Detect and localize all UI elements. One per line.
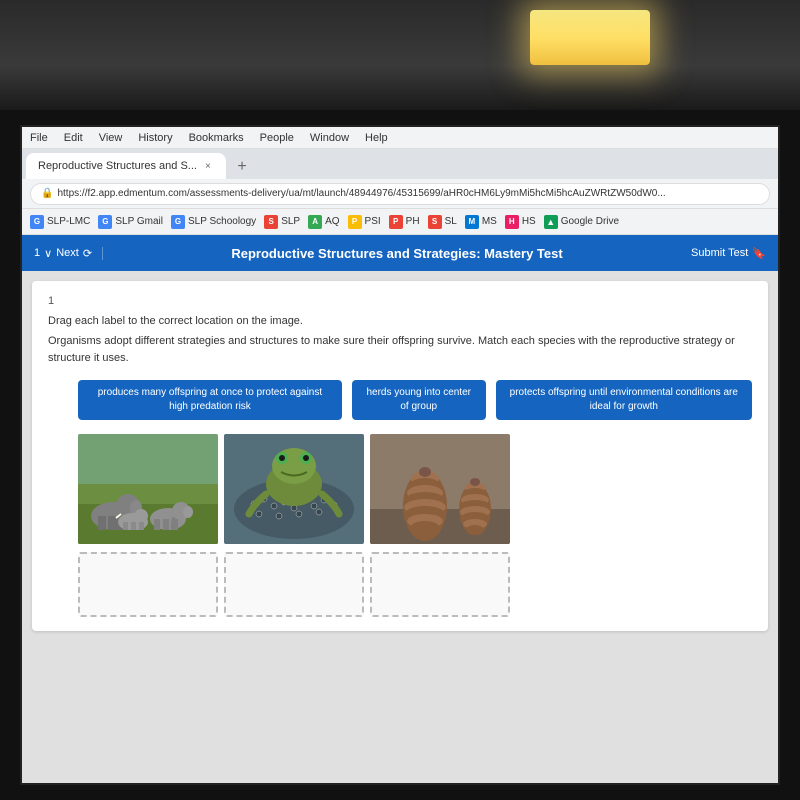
label-tag-1[interactable]: produces many offspring at once to prote… [78, 380, 342, 420]
label-tag-2[interactable]: herds young into center of group [352, 380, 486, 420]
elephant-image [78, 434, 218, 544]
menu-people[interactable]: People [260, 132, 294, 144]
bookmark-sl[interactable]: S SL [428, 215, 457, 229]
bookmark-slp[interactable]: S SLP [264, 215, 300, 229]
bookmark-label-psi: PSI [365, 216, 381, 227]
bookmark-label-slp-lmc: SLP-LMC [47, 216, 90, 227]
bookmark-icon-hs: H [505, 215, 519, 229]
new-tab-button[interactable]: + [230, 155, 254, 179]
test-nav: 1 ∨ Next ⟳ [34, 247, 103, 260]
bookmark-psi[interactable]: P PSI [348, 215, 381, 229]
menu-history[interactable]: History [138, 132, 172, 144]
question-number-display: 1 [34, 247, 40, 259]
main-content: 1 Drag each label to the correct locatio… [22, 271, 778, 783]
bookmark-icon-google-drive: ▲ [544, 215, 558, 229]
url-text: https://f2.app.edmentum.com/assessments-… [57, 188, 665, 199]
address-bar: 🔒 https://f2.app.edmentum.com/assessment… [22, 179, 778, 209]
images-row [48, 434, 752, 544]
bookmark-ph[interactable]: P PH [389, 215, 420, 229]
menu-view[interactable]: View [99, 132, 123, 144]
submit-test-label: Submit Test [691, 247, 748, 259]
bookmark-google-drive[interactable]: ▲ Google Drive [544, 215, 619, 229]
ceiling-light [530, 10, 650, 65]
bookmark-label-slp-schoology: SLP Schoology [188, 216, 256, 227]
bookmark-slp-gmail[interactable]: G SLP Gmail [98, 215, 163, 229]
labels-row: produces many offspring at once to prote… [48, 380, 752, 420]
bookmark-ms[interactable]: M MS [465, 215, 497, 229]
bookmark-label-ph: PH [406, 216, 420, 227]
refresh-icon[interactable]: ⟳ [83, 247, 92, 260]
screen: File Edit View History Bookmarks People … [20, 125, 780, 785]
monitor-bezel: File Edit View History Bookmarks People … [0, 110, 800, 800]
bookmark-icon-ms: M [465, 215, 479, 229]
test-title: Reproductive Structures and Strategies: … [111, 246, 683, 261]
bookmark-label-sl: SL [445, 216, 457, 227]
room-background [0, 0, 800, 110]
bookmark-hs[interactable]: H HS [505, 215, 536, 229]
bookmark-label-slp-gmail: SLP Gmail [115, 216, 163, 227]
submit-test-button[interactable]: Submit Test 🔖 [691, 247, 766, 260]
question-body: Organisms adopt different strategies and… [48, 333, 752, 366]
bookmark-label-google-drive: Google Drive [561, 216, 619, 227]
bookmark-icon-slp-gmail: G [98, 215, 112, 229]
tab-active[interactable]: Reproductive Structures and S... × [26, 153, 226, 179]
bookmark-icon-aq: A [308, 215, 322, 229]
bookmark-icon-sl: S [428, 215, 442, 229]
tab-bar: Reproductive Structures and S... × + [22, 149, 778, 179]
chrome-menu-bar: File Edit View History Bookmarks People … [22, 127, 778, 149]
drop-zone-2[interactable] [224, 552, 364, 617]
nav-arrow: ∨ [44, 247, 52, 260]
bookmark-label-ms: MS [482, 216, 497, 227]
tab-close-button[interactable]: × [205, 161, 211, 172]
bookmark-icon: 🔖 [752, 247, 766, 260]
question-card: 1 Drag each label to the correct locatio… [32, 281, 768, 631]
question-number: 1 [48, 295, 752, 307]
drop-zone-3[interactable] [370, 552, 510, 617]
menu-window[interactable]: Window [310, 132, 349, 144]
frog-image [224, 434, 364, 544]
bookmark-icon-ph: P [389, 215, 403, 229]
bookmark-label-hs: HS [522, 216, 536, 227]
bookmark-icon-slp-lmc: G [30, 215, 44, 229]
bookmark-label-aq: AQ [325, 216, 339, 227]
bookmark-slp-schoology[interactable]: G SLP Schoology [171, 215, 256, 229]
drop-zones-row [48, 552, 752, 617]
menu-bookmarks[interactable]: Bookmarks [189, 132, 244, 144]
bookmark-icon-slp: S [264, 215, 278, 229]
menu-help[interactable]: Help [365, 132, 388, 144]
tab-title: Reproductive Structures and S... [38, 160, 197, 172]
bookmark-slp-lmc[interactable]: G SLP-LMC [30, 215, 90, 229]
bookmark-icon-psi: P [348, 215, 362, 229]
drag-instruction: Drag each label to the correct location … [48, 315, 752, 327]
menu-edit[interactable]: Edit [64, 132, 83, 144]
next-button[interactable]: Next [56, 247, 79, 259]
drop-zone-1[interactable] [78, 552, 218, 617]
lock-icon: 🔒 [41, 188, 53, 199]
label-tag-3[interactable]: protects offspring until environmental c… [496, 380, 752, 420]
bookmark-label-slp: SLP [281, 216, 300, 227]
menu-file[interactable]: File [30, 132, 48, 144]
test-header: 1 ∨ Next ⟳ Reproductive Structures and S… [22, 235, 778, 271]
pinecone-image [370, 434, 510, 544]
address-input[interactable]: 🔒 https://f2.app.edmentum.com/assessment… [30, 183, 770, 205]
bookmark-icon-slp-schoology: G [171, 215, 185, 229]
bookmark-aq[interactable]: A AQ [308, 215, 339, 229]
bookmarks-bar: G SLP-LMC G SLP Gmail G SLP Schoology S … [22, 209, 778, 235]
